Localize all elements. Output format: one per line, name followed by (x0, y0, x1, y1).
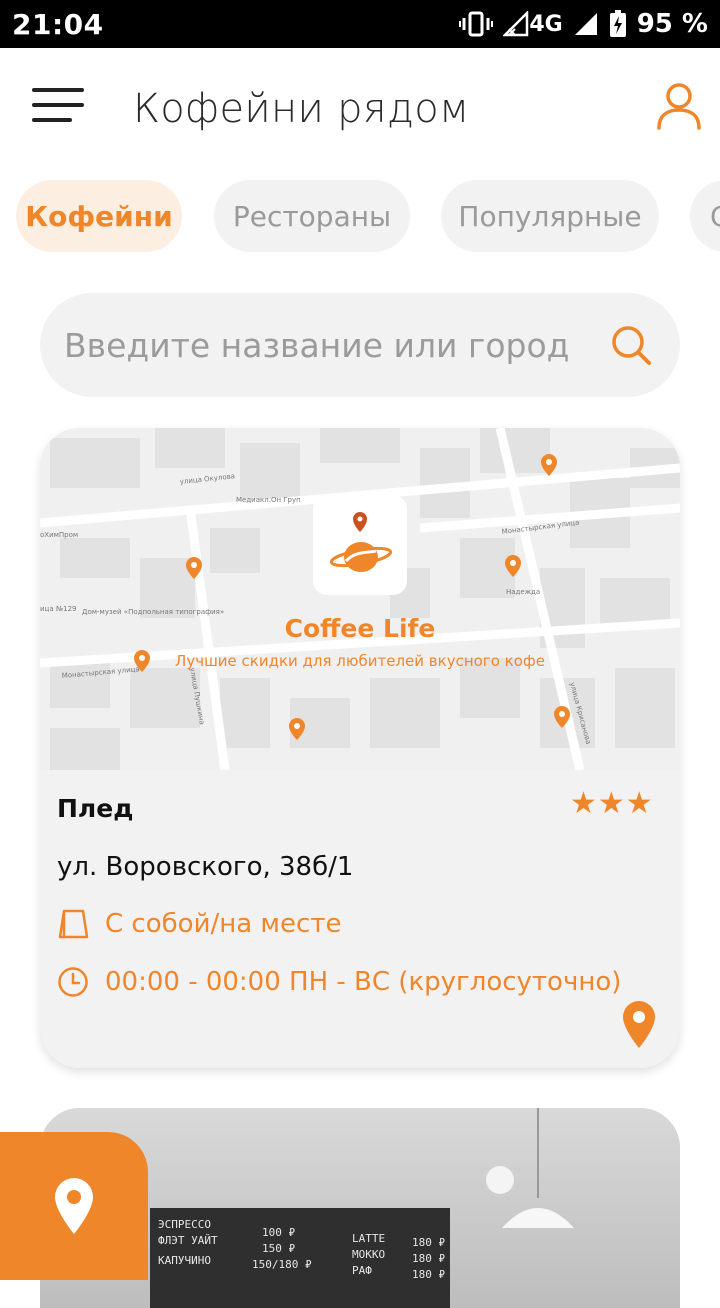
signal-full-icon (574, 13, 597, 35)
tab-popular[interactable]: Популярные (441, 180, 659, 252)
brand-subtitle: Лучшие скидки для любителей вкусного коф… (175, 652, 545, 670)
map-button[interactable] (0, 1132, 148, 1280)
brand-logo (313, 495, 407, 595)
location-pin-icon (55, 1178, 93, 1234)
hamburger-icon (32, 88, 84, 92)
map-background: улица Окулова Медиакл.Он Груп оХимПром М… (40, 428, 680, 770)
place-card[interactable]: улица Окулова Медиакл.Он Груп оХимПром М… (40, 428, 680, 1068)
signal-4g: 4G (503, 11, 563, 37)
menu-price: 150 ₽ (262, 1242, 295, 1255)
brand-title: Coffee Life (284, 614, 436, 643)
menu-price: 180 ₽ (412, 1236, 445, 1249)
place-address: ул. Воровского, 38б/1 (57, 852, 354, 882)
menu-item: МОККО (352, 1248, 385, 1261)
menu-item: РАФ (352, 1264, 372, 1277)
service-type: С собой/на месте (105, 909, 342, 939)
hamburger-line (32, 118, 72, 122)
menu-item: LATTE (352, 1232, 385, 1245)
battery-charging-icon (609, 10, 626, 37)
map-label: оХимПром (40, 531, 78, 539)
menu-price: 150/180 ₽ (252, 1258, 312, 1271)
menu-price: 180 ₽ (412, 1268, 445, 1281)
place-name: Плед (57, 794, 134, 823)
search-icon[interactable] (610, 324, 652, 366)
menu-button[interactable] (32, 88, 84, 124)
vibrate-icon (459, 11, 494, 37)
menu-price: 100 ₽ (262, 1226, 295, 1239)
tab-coffee[interactable]: Кофейни (16, 180, 182, 252)
menu-item: ФЛЭТ УАЙТ (158, 1234, 218, 1247)
search-bar (40, 293, 680, 397)
status-icons: 4G 95 % (459, 9, 708, 39)
location-pin-icon[interactable] (622, 1000, 656, 1048)
user-icon[interactable] (656, 82, 702, 130)
rating-stars: ★★★ (570, 786, 654, 821)
menu-stand-icon (58, 909, 89, 939)
coffee-bean-planet-icon (329, 512, 393, 572)
app-header: Кофейни рядом (0, 48, 720, 168)
network-type: 4G (529, 11, 563, 37)
page-title: Кофейни рядом (133, 86, 470, 132)
map-label: Медиакл.Он Груп (236, 496, 301, 504)
battery-level: 95 % (636, 9, 708, 39)
status-time: 21:04 (12, 7, 104, 41)
category-tabs: Кофейни Рестораны Популярные С (0, 180, 720, 254)
tab-restaurants[interactable]: Рестораны (214, 180, 410, 252)
tab-more[interactable]: С (690, 180, 720, 252)
status-bar: 21:04 4G 95 % (0, 0, 720, 48)
card-map-cover: улица Окулова Медиакл.Он Груп оХимПром М… (40, 428, 680, 770)
signal-icon (503, 11, 529, 37)
clock-icon (58, 967, 88, 997)
map-label: Надежда (506, 588, 540, 596)
service-row: С собой/на месте (57, 908, 341, 940)
hamburger-line (32, 103, 84, 107)
menu-price: 180 ₽ (412, 1252, 445, 1265)
map-label: ица №129 (40, 605, 76, 613)
search-input[interactable] (64, 293, 604, 397)
menu-item: ЭСПРЕССО (158, 1218, 211, 1231)
opening-hours: 00:00 - 00:00 ПН - ВС (круглосуточно) (105, 967, 622, 997)
hours-row: 00:00 - 00:00 ПН - ВС (круглосуточно) (57, 966, 621, 998)
menu-item: КАПУЧИНО (158, 1254, 211, 1267)
